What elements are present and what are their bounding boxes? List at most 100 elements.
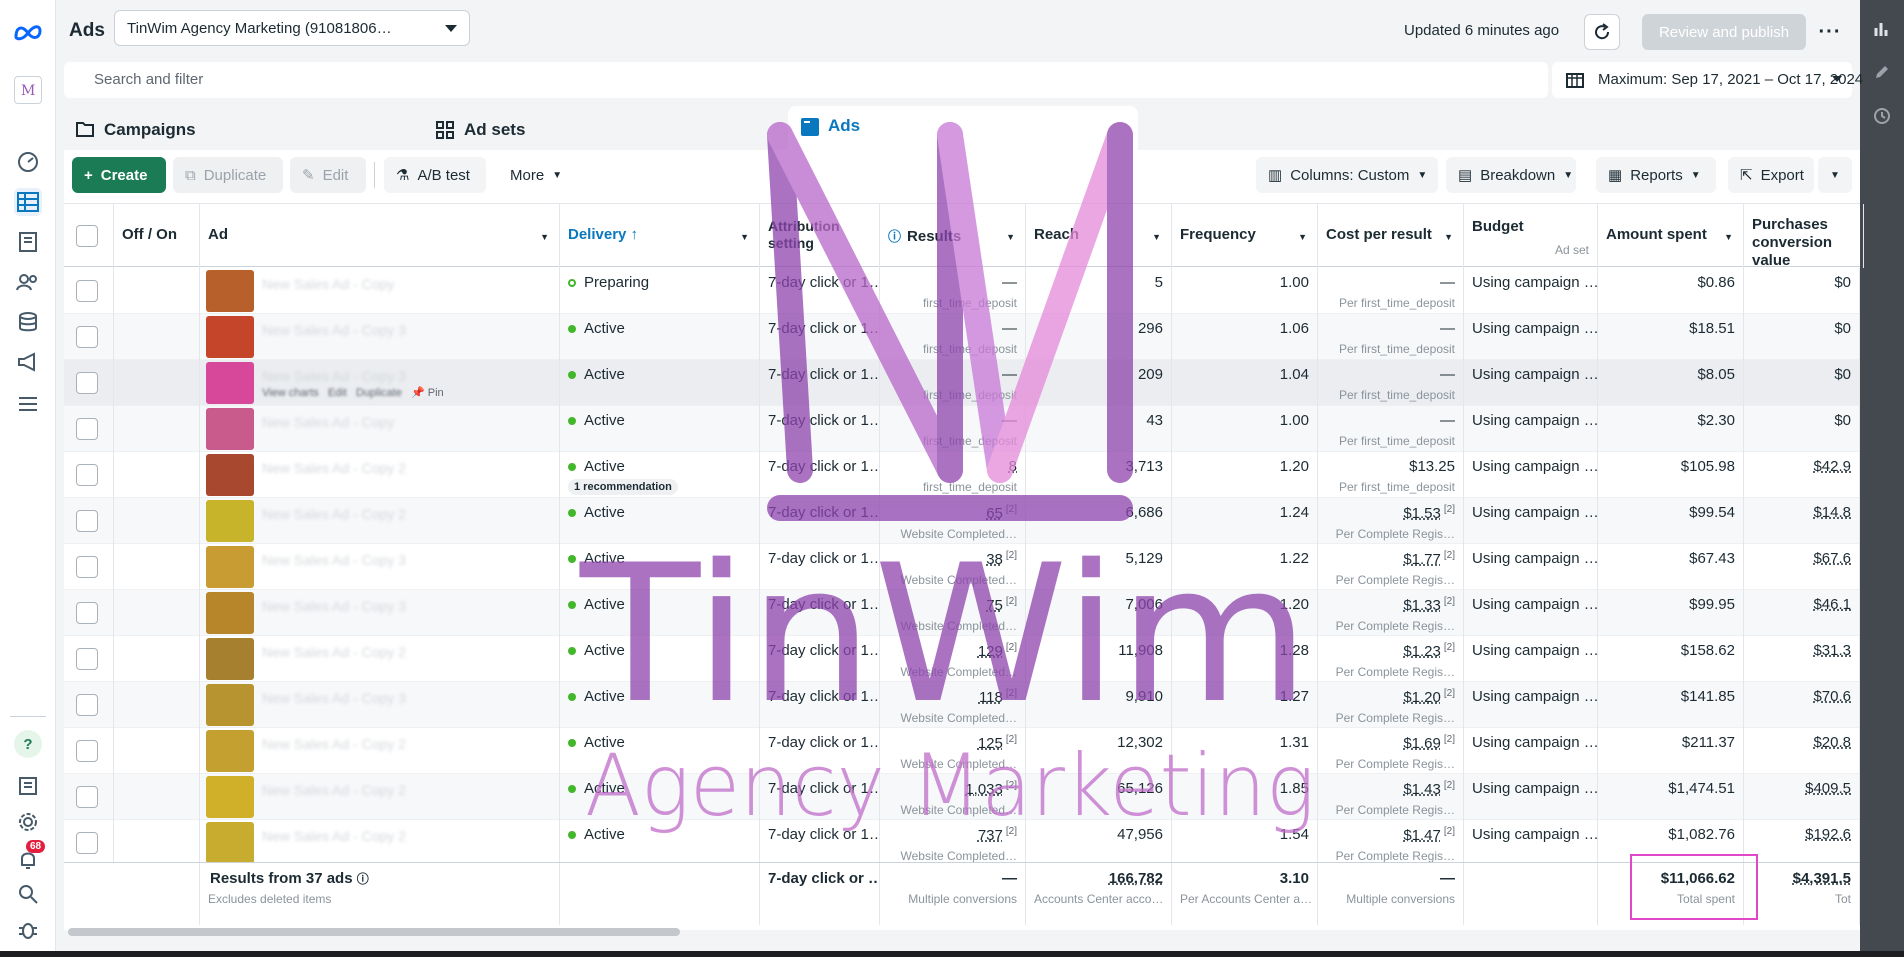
row-ad-cell[interactable]: New Sales Ad - Copy 3 (200, 590, 560, 636)
row-ad-cell[interactable]: New Sales Ad - Copy (200, 268, 560, 314)
row-toggle-cell[interactable] (114, 728, 200, 774)
ad-thumbnail[interactable] (206, 822, 254, 864)
table-row[interactable]: New Sales Ad - Copy 2 Active 7-day click o… (64, 636, 1860, 682)
tab-ads[interactable]: Ads (788, 106, 1138, 150)
more-dropdown-button[interactable]: More ▼ (498, 157, 570, 193)
column-delivery[interactable]: Delivery ↑ ▼ (560, 204, 760, 268)
row-ad-cell[interactable]: New Sales Ad - Copy 2 (200, 728, 560, 774)
ad-name[interactable]: New Sales Ad - Copy 2 (262, 460, 406, 476)
results-value[interactable]: 38 (986, 551, 1003, 568)
table-row[interactable]: New Sales Ad - Copy 3 Active 7-day click o… (64, 544, 1860, 590)
report-bug-icon[interactable] (14, 916, 42, 944)
date-range-picker[interactable]: Maximum: Sep 17, 2021 – Oct 17, 2024 (1552, 62, 1863, 98)
ad-name[interactable]: New Sales Ad - Copy 3 (262, 368, 406, 384)
row-checkbox[interactable] (76, 464, 98, 486)
row-checkbox[interactable] (76, 602, 98, 624)
ab-test-button[interactable]: ⚗ A/B test (384, 157, 486, 193)
column-cost-per-result[interactable]: Cost per result ▼ (1318, 204, 1464, 268)
row-ad-cell[interactable]: New Sales Ad - Copy 3 (200, 314, 560, 360)
notifications-bell-icon[interactable]: 68 (14, 840, 46, 874)
account-avatar[interactable]: M (14, 76, 42, 104)
row-toggle-cell[interactable] (114, 682, 200, 728)
ad-account-selector[interactable]: TinWim Agency Marketing (91081806… (114, 10, 470, 46)
ad-name[interactable]: New Sales Ad - Copy 2 (262, 644, 406, 660)
ad-name[interactable]: New Sales Ad - Copy 2 (262, 736, 406, 752)
ad-thumbnail[interactable] (206, 592, 254, 634)
results-value[interactable]: 129 (978, 643, 1003, 660)
ad-thumbnail[interactable] (206, 638, 254, 680)
row-checkbox[interactable] (76, 280, 98, 302)
column-amount-spent[interactable]: Amount spent ▼ (1598, 204, 1744, 268)
results-value[interactable]: 8 (1009, 458, 1017, 475)
reports-dropdown-button[interactable]: ▦ Reports ▼ (1596, 157, 1716, 193)
audiences-icon[interactable] (14, 268, 42, 296)
billing-receipt-icon[interactable] (14, 772, 42, 800)
duplicate-link[interactable]: Duplicate (356, 387, 402, 399)
export-button[interactable]: ⇱ Export (1728, 157, 1814, 193)
row-toggle-cell[interactable] (114, 820, 200, 866)
table-row[interactable]: New Sales Ad - Copy 3 Active 7-day click o… (64, 590, 1860, 636)
duplicate-button[interactable]: ⧉ Duplicate (173, 157, 283, 193)
select-all-checkbox[interactable] (76, 225, 98, 247)
ad-thumbnail[interactable] (206, 546, 254, 588)
column-budget[interactable]: Budget Ad set (1464, 204, 1598, 268)
tab-campaigns[interactable]: Campaigns (64, 110, 418, 150)
ad-thumbnail[interactable] (206, 454, 254, 496)
help-question-icon[interactable]: ? (14, 730, 42, 758)
ad-thumbnail[interactable] (206, 316, 254, 358)
all-tools-menu-icon[interactable] (14, 390, 42, 418)
results-value[interactable]: 125 (978, 735, 1003, 752)
ad-thumbnail[interactable] (206, 776, 254, 818)
ads-manager-table-icon[interactable] (14, 188, 42, 216)
row-toggle-cell[interactable] (114, 544, 200, 590)
ad-name[interactable]: New Sales Ad - Copy 2 (262, 506, 406, 522)
row-checkbox[interactable] (76, 832, 98, 854)
settings-gear-icon[interactable] (14, 808, 42, 836)
row-toggle-cell[interactable] (114, 360, 200, 406)
row-checkbox[interactable] (76, 648, 98, 670)
results-value[interactable]: 1,033 (965, 781, 1003, 798)
search-icon[interactable] (14, 880, 42, 908)
row-checkbox[interactable] (76, 556, 98, 578)
table-row[interactable]: New Sales Ad - Copy 2 Active 7-day click o… (64, 774, 1860, 820)
row-checkbox[interactable] (76, 418, 98, 440)
review-and-publish-button[interactable]: Review and publish (1642, 14, 1806, 50)
column-frequency[interactable]: Frequency ▼ (1172, 204, 1318, 268)
row-toggle-cell[interactable] (114, 406, 200, 452)
ad-name[interactable]: New Sales Ad - Copy (262, 414, 394, 430)
ad-name[interactable]: New Sales Ad - Copy 3 (262, 690, 406, 706)
row-toggle-cell[interactable] (114, 774, 200, 820)
charts-bar-icon[interactable] (1870, 16, 1894, 40)
table-row[interactable]: New Sales Ad - Copy 3 View charts Edit Du… (64, 360, 1860, 406)
export-options-button[interactable]: ▼ (1818, 157, 1852, 193)
meta-logo-icon[interactable] (12, 18, 44, 46)
recommendation-badge[interactable]: 1 recommendation (568, 479, 678, 495)
row-ad-cell[interactable]: New Sales Ad - Copy 3 View charts Edit Du… (200, 360, 560, 406)
results-value[interactable]: 737 (978, 827, 1003, 844)
horizontal-scrollbar[interactable] (68, 928, 680, 936)
table-row[interactable]: New Sales Ad - Copy 2 Active 7-day click o… (64, 820, 1860, 866)
row-toggle-cell[interactable] (114, 636, 200, 682)
row-ad-cell[interactable]: New Sales Ad - Copy 2 (200, 820, 560, 866)
row-checkbox[interactable] (76, 326, 98, 348)
breakdown-dropdown-button[interactable]: ▤ Breakdown ▼ (1446, 157, 1576, 193)
results-value[interactable]: 75 (986, 597, 1003, 614)
row-ad-cell[interactable]: New Sales Ad - Copy 2 (200, 498, 560, 544)
results-value[interactable]: 65 (986, 505, 1003, 522)
column-off-on[interactable]: Off / On (114, 204, 200, 268)
row-ad-cell[interactable]: New Sales Ad - Copy (200, 406, 560, 452)
overview-gauge-icon[interactable] (14, 148, 42, 176)
column-ad[interactable]: Ad ▼ (200, 204, 560, 268)
column-reach[interactable]: Reach ▼ (1026, 204, 1172, 268)
row-checkbox[interactable] (76, 372, 98, 394)
tab-ad-sets[interactable]: Ad sets (424, 110, 776, 150)
ad-name[interactable]: New Sales Ad - Copy 3 (262, 552, 406, 568)
create-button[interactable]: + Create (72, 157, 166, 193)
ad-thumbnail[interactable] (206, 362, 254, 404)
ad-thumbnail[interactable] (206, 730, 254, 772)
row-toggle-cell[interactable] (114, 268, 200, 314)
row-checkbox[interactable] (76, 786, 98, 808)
row-ad-cell[interactable]: New Sales Ad - Copy 3 (200, 682, 560, 728)
edit-button[interactable]: ✎ Edit (290, 157, 366, 193)
table-row[interactable]: New Sales Ad - Copy 3 Active 7-day click o… (64, 314, 1860, 360)
